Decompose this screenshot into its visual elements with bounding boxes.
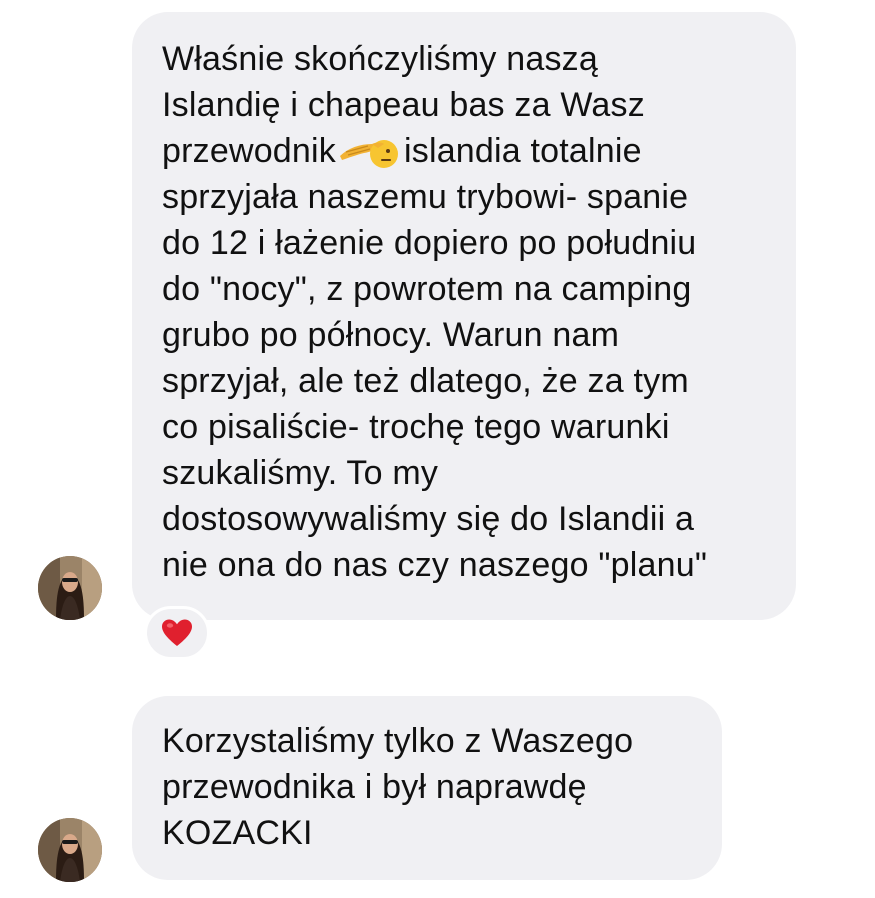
- avatar[interactable]: [38, 556, 102, 620]
- reaction-badge[interactable]: [144, 606, 210, 660]
- message-text-fragment: islandia totalnie: [403, 132, 642, 170]
- message-text-line: dostosowywaliśmy się do Islandii a: [162, 500, 695, 538]
- message-text-line: Islandię i chapeau bas za Wasz: [162, 86, 645, 124]
- message-text-line: przewodnika i był naprawdę: [162, 768, 587, 806]
- message-text-line: do 12 i łażenie dopiero po południu: [162, 224, 697, 262]
- message-text-line: sprzyjał, ale też dlatego, że za tym: [162, 362, 689, 400]
- message-text-line: nie ona do nas czy naszego "planu": [162, 546, 708, 584]
- red-heart-icon: [162, 619, 192, 646]
- message-bubble[interactable]: Korzystaliśmy tylko z Waszego przewodnik…: [132, 696, 722, 880]
- message-text-line: przewodnik islandia totalnie: [162, 128, 776, 174]
- message-text-line: sprzyjała naszemu trybowi- spanie: [162, 178, 689, 216]
- message-text-line: grubo po północy. Warun nam: [162, 316, 620, 354]
- message-text-line: Korzystaliśmy tylko z Waszego: [162, 722, 634, 760]
- message-text-line: szukaliśmy. To my: [162, 454, 439, 492]
- avatar[interactable]: [38, 818, 102, 882]
- message-text-line: co pisaliście- trochę tego warunki: [162, 408, 670, 446]
- message-bubble[interactable]: Właśnie skończyliśmy naszą Islandię i ch…: [132, 12, 796, 620]
- message-text-line: do "nocy", z powrotem na camping: [162, 270, 692, 308]
- message-text-line: Właśnie skończyliśmy naszą: [162, 40, 598, 78]
- message-text-line: KOZACKI: [162, 814, 313, 852]
- saluting-face-emoji: [339, 140, 398, 168]
- message-text-fragment: przewodnik: [162, 132, 336, 170]
